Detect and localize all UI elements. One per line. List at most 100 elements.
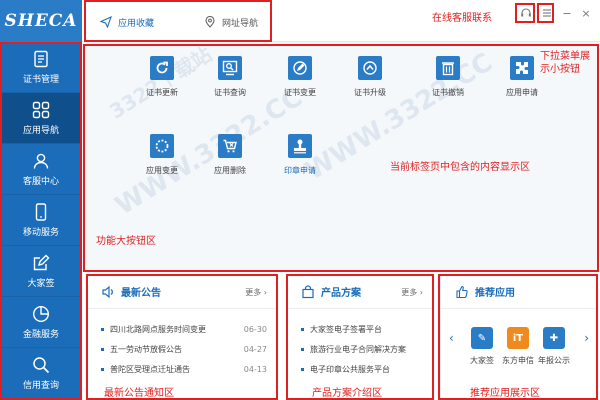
- tab-app-favorites[interactable]: 应用收藏: [100, 10, 155, 43]
- app-icon-box: [218, 56, 242, 80]
- stamp-icon: [294, 139, 306, 154]
- app-seal-request[interactable]: 印章申请: [270, 134, 330, 176]
- products-more-link[interactable]: 更多 ›: [401, 287, 423, 298]
- dropdown-menu-button[interactable]: [540, 4, 554, 22]
- recommend-app[interactable]: ✎ 大家签: [467, 327, 497, 366]
- location-pin-icon: [205, 16, 215, 28]
- puzzle-icon: [516, 62, 528, 74]
- news-item[interactable]: 四川北路网点服务时间变更 06-30: [101, 323, 267, 335]
- search-screen-icon: [222, 60, 238, 76]
- app-cert-update[interactable]: 证书更新: [132, 56, 192, 98]
- tab-label: 网址导航: [222, 18, 259, 29]
- app-label: 应用申请: [506, 88, 538, 97]
- news-item[interactable]: 普陀区受理点迁址通告 04-13: [101, 363, 267, 375]
- app-label: 证书升级: [354, 88, 386, 97]
- prev-arrow-button[interactable]: ‹: [449, 331, 454, 345]
- app-cert-change[interactable]: 证书变更: [270, 56, 330, 98]
- cart-x-icon: [223, 139, 237, 153]
- sidebar-item-finance[interactable]: 金融服务: [0, 297, 82, 348]
- online-service-button[interactable]: [518, 4, 534, 22]
- bullet-dot: [101, 367, 104, 371]
- trash-icon: [442, 62, 454, 76]
- app-application-change[interactable]: 应用变更: [132, 134, 192, 176]
- product-item[interactable]: 大家签电子签署平台: [301, 323, 423, 335]
- recommend-app[interactable]: ✚ 年报公示: [538, 327, 570, 366]
- app-label: 证书变更: [284, 88, 316, 97]
- shopping-bag-icon: [302, 284, 314, 298]
- person-icon: [33, 153, 49, 169]
- sidebar-item-label: 信用查询: [22, 380, 59, 391]
- more-label: 更多: [401, 288, 418, 297]
- mobile-phone-icon: [35, 202, 47, 221]
- close-button[interactable]: ×: [579, 4, 593, 22]
- edit-square-icon: [33, 254, 50, 270]
- minimize-button[interactable]: −: [560, 4, 574, 22]
- news-more-link[interactable]: 更多 ›: [245, 287, 267, 298]
- annotation-recommend-area: 推荐应用展示区: [470, 388, 540, 399]
- products-title: 产品方案: [321, 288, 361, 299]
- annotation-news-area: 最新公告通知区: [104, 388, 174, 399]
- tab-url-nav[interactable]: 网址导航: [204, 10, 258, 34]
- sidebar-item-dajiaqian[interactable]: 大家签: [0, 246, 82, 297]
- news-date: 04-27: [243, 344, 267, 354]
- sidebar-item-service-center[interactable]: 客服中心: [0, 144, 82, 195]
- sidebar-item-label: 客服中心: [22, 176, 59, 187]
- sidebar-item-mobile-service[interactable]: 移动服务: [0, 195, 82, 246]
- recommend-app[interactable]: iT 东方申信: [502, 327, 534, 366]
- app-label: 印章申请: [284, 166, 316, 175]
- product-text: 旅游行业电子合同解决方案: [310, 344, 406, 354]
- refresh-icon: [156, 61, 168, 74]
- content-area: WWW.3322.CC WWW.3322.CC 3322下载站 证书更新 证书查…: [82, 42, 600, 272]
- bullet-dot: [301, 347, 304, 351]
- recommend-app-icon: ✎: [471, 327, 493, 349]
- product-item[interactable]: 旅游行业电子合同解决方案: [301, 343, 423, 355]
- annotation-online-service: 在线客服联系: [432, 13, 492, 24]
- sheca-logo: SHECA: [0, 0, 82, 42]
- sidebar-item-label: 证书管理: [22, 74, 59, 85]
- news-text: 四川北路网点服务时间变更: [110, 324, 206, 334]
- app-icon-box: [288, 134, 312, 158]
- news-date: 06-30: [243, 324, 267, 334]
- app-cert-revoke[interactable]: 证书撤销: [418, 56, 478, 98]
- news-text: 普陀区受理点迁址通告: [110, 364, 190, 374]
- recommend-title: 推荐应用: [475, 288, 515, 299]
- sidebar-item-app-nav[interactable]: 应用导航: [0, 93, 82, 144]
- headset-icon: [521, 8, 531, 17]
- pencil-circle-icon: [293, 61, 307, 75]
- finance-chart-icon: [32, 305, 50, 322]
- annotation-product-area: 产品方案介绍区: [312, 388, 382, 399]
- speaker-icon: [102, 285, 113, 298]
- apps-grid-icon: [32, 101, 50, 118]
- recommend-app-label: 东方申信: [502, 356, 534, 365]
- sidebar-item-credit-query[interactable]: 信用查询: [0, 348, 82, 399]
- app-cert-query[interactable]: 证书查询: [200, 56, 260, 98]
- recommend-app-icon: iT: [507, 327, 529, 349]
- app-application-delete[interactable]: 应用删除: [200, 134, 260, 176]
- app-icon-box: [510, 56, 534, 80]
- recommend-app-label: 大家签: [470, 356, 494, 365]
- news-item[interactable]: 五一劳动节放假公告 04-27: [101, 343, 267, 355]
- app-icon-box: [436, 56, 460, 80]
- product-item[interactable]: 电子印章公共服务平台: [301, 363, 423, 375]
- certificate-doc-icon: [34, 50, 48, 67]
- app-icon-box: [218, 134, 242, 158]
- app-label: 证书查询: [214, 88, 246, 97]
- tab-label: 应用收藏: [118, 18, 155, 29]
- loading-icon: [155, 139, 169, 153]
- recommend-panel: 推荐应用 ‹ › ✎ 大家签 iT 东方申信 ✚ 年报公示: [440, 274, 598, 400]
- news-panel: 最新公告 更多 › 四川北路网点服务时间变更 06-30 五一劳动节放假公告 04-…: [86, 274, 278, 400]
- app-cert-upgrade[interactable]: 证书升级: [340, 56, 400, 98]
- sidebar-item-label: 移动服务: [22, 227, 59, 238]
- top-tab-bar: 应用收藏 网址导航 − ×: [82, 0, 600, 43]
- sidebar-nav: 证书管理 应用导航 客服中心 移动服务 大家签 金融服务 信用查询: [0, 42, 82, 399]
- annotation-dropdown-menu: 下拉菜单展示小按钮: [540, 51, 590, 75]
- thumbs-up-icon: [456, 285, 468, 298]
- recommend-app-label: 年报公示: [538, 356, 570, 365]
- app-icon-box: [288, 56, 312, 80]
- app-label: 应用变更: [146, 166, 178, 175]
- recommend-app-icon: ✚: [543, 327, 565, 349]
- bullet-dot: [301, 327, 304, 331]
- bullet-dot: [301, 367, 304, 371]
- next-arrow-button[interactable]: ›: [584, 331, 589, 345]
- sidebar-item-cert-management[interactable]: 证书管理: [0, 42, 82, 93]
